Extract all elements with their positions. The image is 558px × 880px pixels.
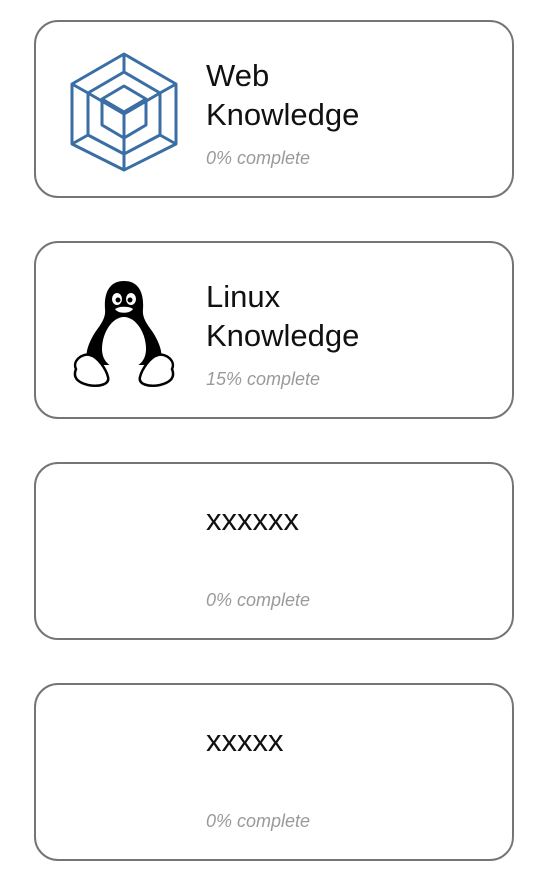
course-title: Linux Knowledge (206, 279, 360, 353)
course-title: Web Knowledge (206, 58, 360, 132)
course-progress: 15% complete (206, 369, 321, 389)
course-card-4[interactable]: xxxxx 0% complete (34, 683, 514, 861)
course-card-3[interactable]: xxxxxx 0% complete (34, 462, 514, 640)
course-card-linux[interactable]: Linux Knowledge 15% complete (34, 241, 514, 419)
cube-icon (64, 48, 184, 174)
course-progress: 0% complete (206, 148, 311, 168)
tux-penguin-icon (64, 269, 184, 395)
course-title: xxxxxx (206, 502, 299, 537)
course-card-web[interactable]: Web Knowledge 0% complete (34, 20, 514, 198)
course-progress: 0% complete (206, 590, 311, 610)
course-title: xxxxx (206, 723, 284, 758)
course-progress: 0% complete (206, 811, 311, 831)
